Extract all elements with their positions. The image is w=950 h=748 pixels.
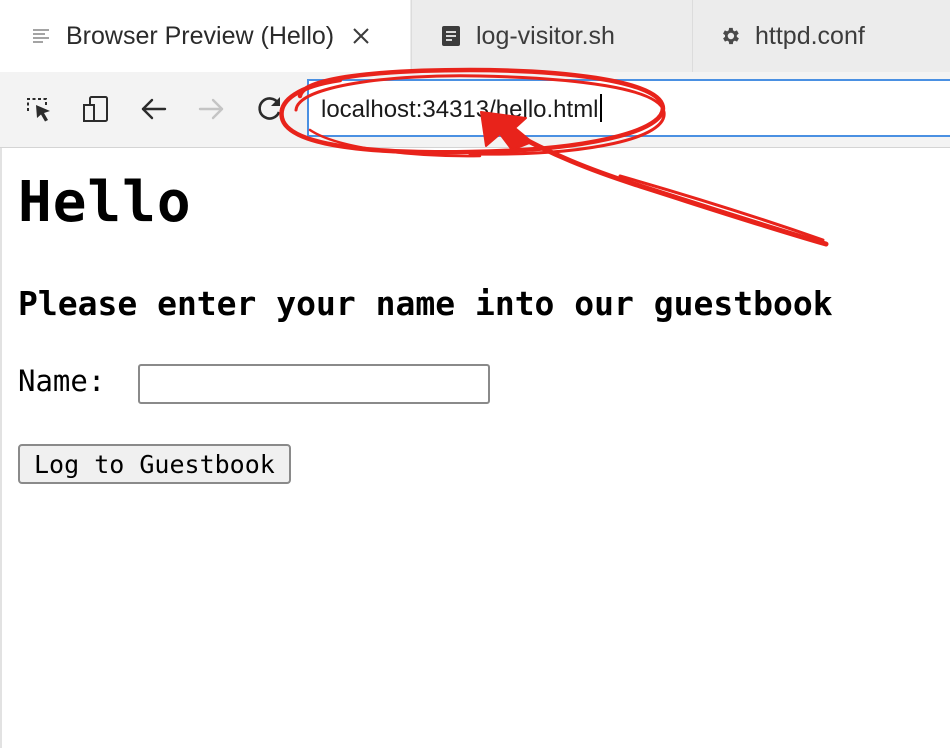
browser-toolbar: localhost:34313/hello.html <box>0 72 950 148</box>
page-subheading: Please enter your name into our guestboo… <box>18 284 833 323</box>
preview-lines-icon <box>33 29 49 43</box>
viewport-edge <box>0 148 2 748</box>
gear-icon <box>723 27 739 45</box>
tab-log-visitor[interactable]: log-visitor.sh <box>411 0 691 72</box>
name-label: Name: <box>18 364 106 398</box>
tab-label: httpd.conf <box>755 21 865 50</box>
url-text: localhost:34313/hello.html <box>321 94 602 124</box>
tab-browser-preview[interactable]: Browser Preview (Hello) <box>0 0 410 72</box>
log-to-guestbook-button[interactable]: Log to Guestbook <box>18 444 291 484</box>
name-input[interactable] <box>138 364 490 404</box>
reload-icon[interactable] <box>254 94 284 124</box>
tab-label: Browser Preview (Hello) <box>66 21 335 50</box>
device-toggle-icon[interactable] <box>81 94 111 124</box>
close-icon[interactable] <box>350 25 372 47</box>
tab-label: log-visitor.sh <box>476 21 615 50</box>
document-icon <box>442 26 460 46</box>
forward-arrow-icon[interactable] <box>196 94 226 124</box>
text-caret <box>599 94 602 122</box>
address-bar[interactable]: localhost:34313/hello.html <box>307 79 950 137</box>
back-arrow-icon[interactable] <box>139 94 169 124</box>
tab-httpd-conf[interactable]: httpd.conf <box>692 0 950 72</box>
inspect-select-icon[interactable] <box>24 94 54 124</box>
tab-bar: Browser Preview (Hello) log-visitor.sh h… <box>0 0 950 72</box>
page-heading: Hello <box>18 170 192 235</box>
